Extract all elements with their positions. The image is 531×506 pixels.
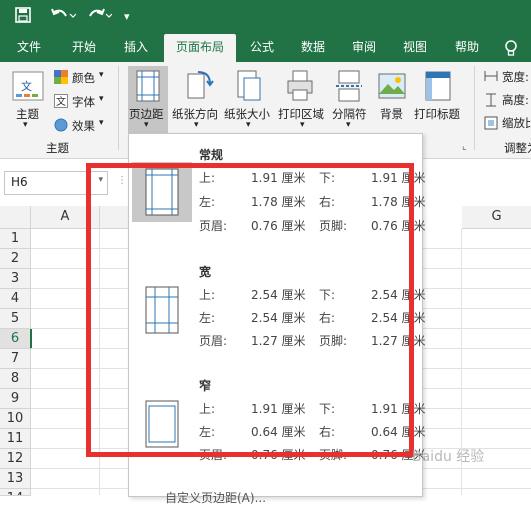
effects-icon <box>54 118 68 135</box>
chevron-down-icon: ▾ <box>99 70 104 80</box>
margins-icon <box>134 70 162 105</box>
tab-view[interactable]: 视图 <box>392 34 438 62</box>
tab-insert[interactable]: 插入 <box>112 34 160 62</box>
fonts-icon: 文 <box>54 94 68 111</box>
colors-icon <box>54 70 68 87</box>
chevron-down-icon: ▾ <box>23 120 28 130</box>
watermark: Baidu 经验 <box>412 449 485 465</box>
redo-icon[interactable] <box>86 6 113 30</box>
svg-text:文: 文 <box>56 95 66 108</box>
fonts-button[interactable]: 字体 <box>72 94 95 110</box>
print-titles-button[interactable]: 打印标题 <box>414 106 460 122</box>
column-header-g[interactable]: G <box>462 206 531 229</box>
undo-icon[interactable] <box>50 6 77 30</box>
tab-home[interactable]: 开始 <box>60 34 108 62</box>
svg-text:文: 文 <box>21 79 32 93</box>
tab-formulas[interactable]: 公式 <box>240 34 284 62</box>
tab-data[interactable]: 数据 <box>290 34 336 62</box>
print-titles-icon[interactable] <box>424 70 454 105</box>
breaks-icon[interactable] <box>336 70 362 105</box>
ribbon-tabs: 文件 开始 插入 页面布局 公式 数据 审阅 视图 帮助 <box>0 34 531 62</box>
tab-help[interactable]: 帮助 <box>444 34 490 62</box>
row-header[interactable]: 13 <box>0 469 31 489</box>
chevron-down-icon: ▾ <box>99 118 104 128</box>
row-header[interactable]: 5 <box>0 309 31 329</box>
customize-icon[interactable]: ▾ <box>124 6 130 28</box>
theme-icon[interactable]: 文 <box>10 70 46 107</box>
name-box-value: H6 <box>11 175 28 189</box>
save-icon[interactable] <box>14 6 32 30</box>
row-header[interactable]: 7 <box>0 349 31 369</box>
chevron-down-icon: ▾ <box>144 120 149 130</box>
row-header[interactable]: 3 <box>0 269 31 289</box>
print-area-icon[interactable] <box>286 70 316 105</box>
row-header[interactable]: 9 <box>0 389 31 409</box>
title-bar: ▾ <box>0 0 531 34</box>
row-header[interactable]: 8 <box>0 369 31 389</box>
ribbon-separator <box>474 66 475 150</box>
group-label-theme: 主题 <box>46 141 69 155</box>
custom-margins-item[interactable]: 自定义页边距(A)... <box>165 489 266 506</box>
lightbulb-icon[interactable] <box>498 34 524 62</box>
preset-title: 常规 <box>199 148 224 162</box>
row-header[interactable]: 10 <box>0 409 31 429</box>
select-all-corner[interactable] <box>0 206 31 229</box>
orientation-icon[interactable] <box>184 70 214 105</box>
ribbon-separator <box>118 66 119 150</box>
chevron-down-icon: ▾ <box>246 120 251 130</box>
background-button[interactable]: 背景 <box>380 106 403 122</box>
tab-review[interactable]: 审阅 <box>340 34 388 62</box>
tab-file[interactable]: 文件 <box>6 34 52 62</box>
effects-button[interactable]: 效果 <box>72 118 95 134</box>
size-icon[interactable] <box>234 70 262 105</box>
chevron-down-icon: ▾ <box>300 120 305 130</box>
chevron-down-icon: ▾ <box>99 94 104 104</box>
tab-page-layout[interactable]: 页面布局 <box>164 34 236 62</box>
scale-label[interactable]: 缩放比 <box>502 115 531 131</box>
chevron-down-icon: ▾ <box>194 120 199 130</box>
colors-button[interactable]: 颜色 <box>72 70 95 86</box>
row-header[interactable]: 11 <box>0 429 31 449</box>
row-header[interactable]: 1 <box>0 229 31 249</box>
group-label-scale: 调整为 <box>504 141 531 155</box>
row-header[interactable]: 12 <box>0 449 31 469</box>
height-label[interactable]: 高度: <box>502 92 529 108</box>
highlight-box <box>86 163 414 457</box>
width-icon <box>484 70 498 85</box>
row-header[interactable]: 4 <box>0 289 31 309</box>
chevron-down-icon: ▾ <box>346 120 351 130</box>
scale-icon <box>484 116 498 133</box>
background-icon[interactable] <box>378 70 406 105</box>
dialog-launcher-icon[interactable]: ⌞ <box>462 141 467 152</box>
height-icon <box>484 93 498 110</box>
width-label[interactable]: 宽度: <box>502 69 529 85</box>
row-header-selected[interactable]: 6 <box>0 329 32 349</box>
row-header[interactable]: 2 <box>0 249 31 269</box>
